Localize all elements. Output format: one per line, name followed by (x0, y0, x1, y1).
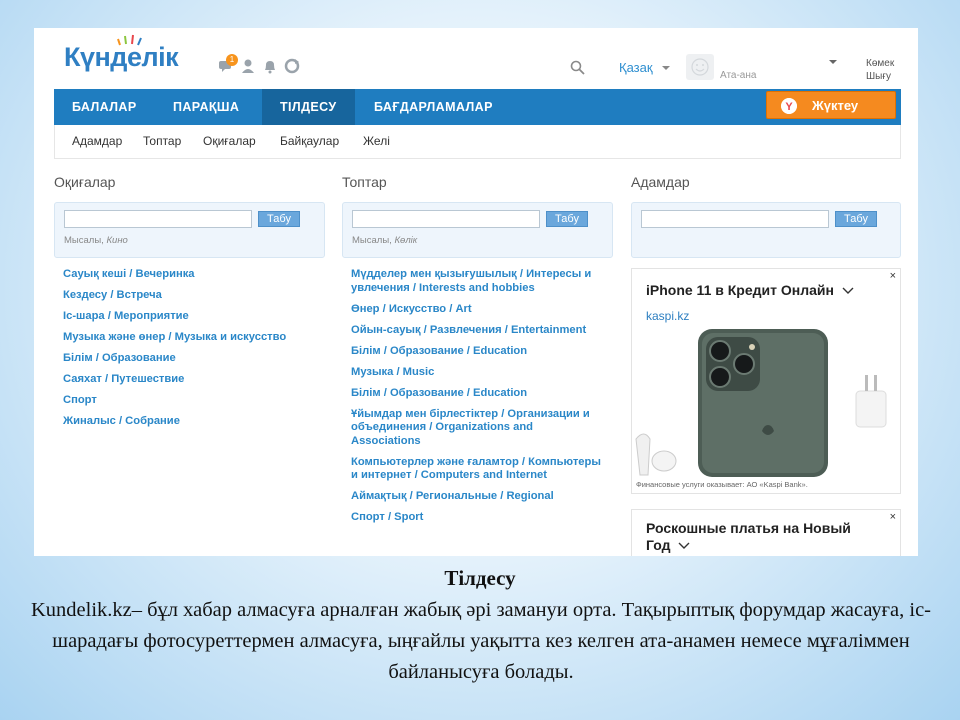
subnav-groups[interactable]: Топтар (143, 134, 181, 148)
list-item[interactable]: Мүдделер мен қызығушылық / Интересы и ув… (351, 268, 601, 295)
upload-button[interactable]: Y Жүктеу (766, 91, 896, 119)
list-item[interactable]: Музыка және өнер / Музыка и искусство (63, 331, 331, 345)
list-item[interactable]: Кездесу / Встреча (63, 289, 331, 303)
yandex-icon: Y (781, 98, 797, 114)
subnav-events[interactable]: Оқиғалар (203, 134, 256, 148)
list-item[interactable]: Спорт (63, 394, 331, 408)
groups-category-list: Мүдделер мен қызығушылық / Интересы и ув… (351, 268, 601, 525)
chevron-down-icon[interactable] (662, 66, 670, 70)
search-icon[interactable] (570, 60, 585, 75)
list-item[interactable]: Білім / Образование / Education (351, 387, 601, 401)
caption-title: Тілдесу (444, 566, 516, 590)
events-title: Оқиғалар (54, 174, 116, 190)
ad-title: iPhone 11 в Кредит Онлайн (646, 282, 854, 298)
nav-programs[interactable]: БАҒДАРЛАМАЛАР (356, 89, 511, 125)
list-item[interactable]: Сауық кеші / Вечеринка (63, 268, 331, 282)
events-category-list: Сауық кеші / Вечеринка Кездесу / Встреча… (63, 268, 331, 429)
list-item[interactable]: Ойын-сауық / Развлечения / Entertainment (351, 324, 601, 338)
ad-footer: Финансовые услуги оказывает: АО «Kaspi B… (636, 480, 808, 489)
refresh-icon[interactable] (284, 58, 300, 74)
language-selector[interactable]: Қазақ (619, 60, 653, 75)
help-logout: Көмек Шығу (866, 57, 894, 83)
list-item[interactable]: Аймақтық / Региональные / Regional (351, 490, 601, 504)
events-search-input[interactable] (64, 210, 252, 228)
nav-communication[interactable]: ТІЛДЕСУ (262, 89, 355, 125)
logo[interactable]: Күнделік (64, 42, 179, 73)
user-role: Ата-ана (720, 70, 757, 81)
groups-title: Топтар (342, 174, 387, 190)
caption-text: Kundelik.kz– бұл хабар алмасуға арналған… (30, 599, 932, 683)
list-item[interactable]: Өнер / Искусство / Art (351, 303, 601, 317)
screenshot-frame: Күнделік 1 Қазақ Ата-ана Көмек Шығу БАЛА… (34, 28, 918, 556)
svg-text:Y: Y (785, 101, 793, 113)
events-search-hint: Мысалы, Кино (64, 235, 128, 246)
list-item[interactable]: Саяхат / Путешествие (63, 373, 331, 387)
list-item[interactable]: Спорт / Sport (351, 511, 601, 525)
notification-badge: 1 (226, 54, 238, 66)
bell-icon[interactable] (262, 58, 278, 74)
groups-search-button[interactable]: Табу (546, 211, 588, 227)
avatar[interactable] (686, 54, 714, 80)
smile-icon (691, 58, 709, 76)
events-search-button[interactable]: Табу (258, 211, 300, 227)
close-icon[interactable]: × (890, 270, 896, 282)
groups-search-input[interactable] (352, 210, 540, 228)
upload-label: Жүктеу (812, 98, 859, 113)
groups-search-box: Табу Мысалы, Көлік (342, 202, 613, 258)
list-item[interactable]: Білім / Образование / Education (351, 345, 601, 359)
events-search-box: Табу Мысалы, Кино (54, 202, 325, 258)
people-search-input[interactable] (641, 210, 829, 228)
list-item[interactable]: Іс-шара / Мероприятие (63, 310, 331, 324)
list-item[interactable]: Жиналыс / Собрание (63, 415, 331, 429)
ad-link[interactable]: kaspi.kz (646, 309, 689, 323)
subnav-people[interactable]: Адамдар (72, 134, 122, 148)
sub-nav: Адамдар Топтар Оқиғалар Байқаулар Желі (54, 125, 901, 159)
list-item[interactable]: Білім / Образование (63, 352, 331, 366)
logout-link[interactable]: Шығу (866, 70, 894, 83)
chevron-down-icon[interactable] (842, 287, 854, 295)
chevron-down-icon[interactable] (678, 542, 690, 550)
iphone-product-image (635, 329, 887, 477)
nav-page[interactable]: ПАРАҚША (155, 89, 257, 125)
groups-search-hint: Мысалы, Көлік (352, 235, 418, 246)
close-icon[interactable]: × (890, 511, 896, 523)
friends-icon[interactable] (240, 58, 256, 74)
nav-children[interactable]: БАЛАЛАР (54, 89, 155, 125)
user-menu-chevron-icon[interactable] (829, 60, 837, 64)
people-title: Адамдар (631, 174, 690, 190)
list-item[interactable]: Ұйымдар мен бірлестіктер / Организации и… (351, 408, 601, 449)
ad-title: Роскошные платья на Новый Год (646, 520, 851, 553)
list-item[interactable]: Компьютерлер және ғаламтор / Компьютеры … (351, 456, 601, 483)
subnav-network[interactable]: Желі (363, 134, 390, 148)
list-item[interactable]: Музыка / Music (351, 366, 601, 380)
help-link[interactable]: Көмек (866, 57, 894, 70)
subnav-contests[interactable]: Байқаулар (280, 134, 339, 148)
ad-iphone[interactable]: × iPhone 11 в Кредит Онлайн kaspi.kz Фин… (631, 268, 901, 494)
ad-dresses[interactable]: × Роскошные платья на Новый Год (631, 509, 901, 556)
people-search-button[interactable]: Табу (835, 211, 877, 227)
people-search-box: Табу (631, 202, 901, 258)
